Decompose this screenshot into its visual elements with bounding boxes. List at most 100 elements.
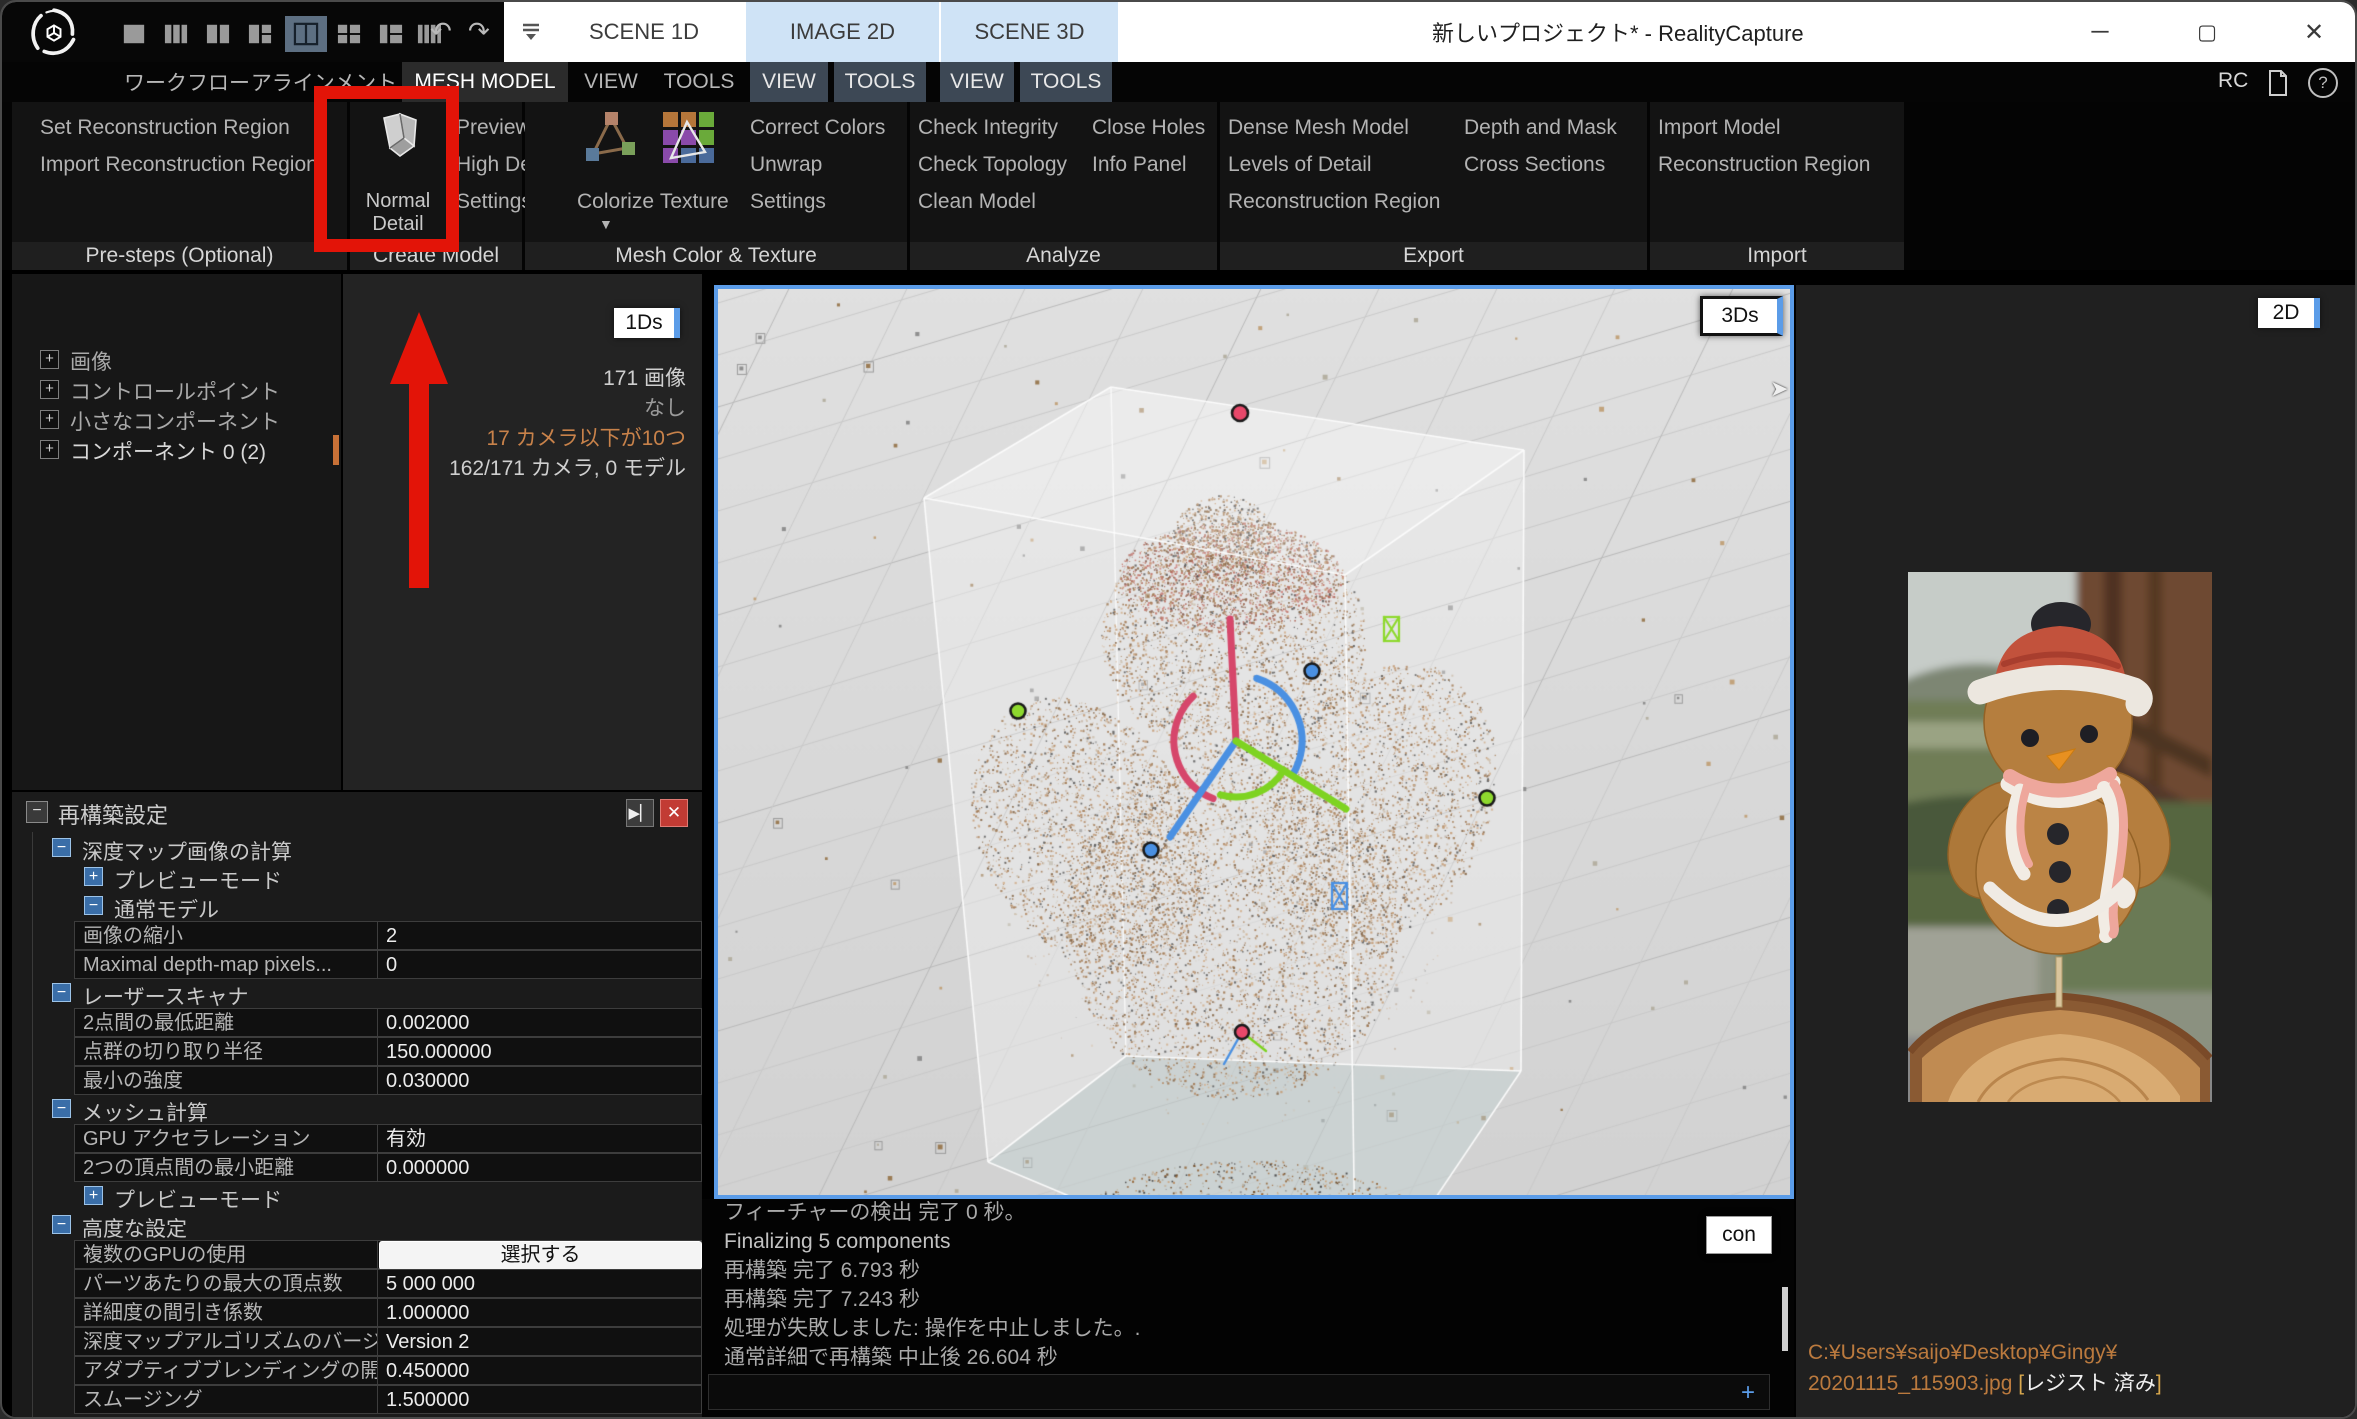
minimize-button[interactable]: ─ (2065, 2, 2135, 62)
check-topology-button[interactable]: Check Topology (918, 149, 1067, 181)
settings-value[interactable]: 0.030000 (377, 1066, 702, 1095)
clean-model-button[interactable]: Clean Model (918, 186, 1036, 218)
tree-item-components[interactable]: + コンポーネント 0 (2) (12, 434, 341, 464)
close-holes-button[interactable]: Close Holes (1092, 112, 1205, 144)
tree-item-control-points[interactable]: + コントロールポイント (12, 374, 341, 404)
layout-single-icon[interactable] (120, 22, 148, 46)
console-input[interactable]: + (708, 1374, 1770, 1410)
layout-grid4-icon[interactable] (335, 22, 363, 46)
settings-property-row[interactable]: 2つの頂点間の最小距離 0.000000 (12, 1153, 702, 1182)
colorize-dropdown-icon[interactable]: ▼ (599, 216, 613, 232)
collapse-icon[interactable]: − (52, 983, 71, 1002)
tab-scene-3d[interactable]: SCENE 3D (939, 2, 1118, 62)
layout-split-active-icon[interactable] (292, 22, 320, 46)
settings-value[interactable]: Version 2 (377, 1327, 702, 1356)
export-reconstruction-region-button[interactable]: Reconstruction Region (1228, 186, 1440, 218)
settings-property-row[interactable]: 点群の切り取り半径 150.000000 (12, 1037, 702, 1066)
ribbon-tab-view-2[interactable]: VIEW (750, 62, 828, 102)
undo-icon[interactable]: ↶ (430, 16, 452, 47)
tree-item-images[interactable]: + 画像 (12, 344, 341, 374)
import-model-button[interactable]: Import Model (1658, 112, 1781, 144)
tab-image-2d[interactable]: IMAGE 2D (744, 2, 939, 62)
ribbon-tab-workflow[interactable]: ワークフロー (122, 62, 252, 102)
collapse-icon[interactable]: + (84, 867, 103, 886)
texture-icon[interactable] (657, 108, 721, 168)
tab-scene-1d[interactable]: SCENE 1D (504, 2, 744, 62)
settings-section[interactable]: + プレビューモード (12, 863, 702, 893)
settings-property-row[interactable]: アダプティブブレンディングの開始 0.450000 (12, 1356, 702, 1385)
set-reconstruction-region-button[interactable]: Set Reconstruction Region (40, 112, 290, 144)
collapse-icon[interactable]: − (84, 896, 103, 915)
collapse-panel-icon[interactable]: − (26, 801, 48, 823)
dense-mesh-model-button[interactable]: Dense Mesh Model (1228, 112, 1409, 144)
depth-and-mask-button[interactable]: Depth and Mask (1464, 112, 1617, 144)
settings-section[interactable]: − レーザースキャナ (12, 979, 702, 1009)
settings-property-row[interactable]: 画像の縮小 2 (12, 921, 702, 950)
layout-col-rows-icon[interactable] (246, 22, 274, 46)
settings-property-row[interactable]: スムージング 1.500000 (12, 1385, 702, 1414)
colorize-icon[interactable] (577, 108, 641, 168)
ribbon-tab-tools-3[interactable]: TOOLS (1020, 62, 1112, 102)
import-reconstruction-region-button[interactable]: Import Reconstruction Region (40, 149, 318, 181)
settings-section[interactable]: − 高度な設定 (12, 1211, 702, 1241)
correct-colors-button[interactable]: Correct Colors (750, 112, 885, 144)
ribbon-tab-tools-2[interactable]: TOOLS (834, 62, 926, 102)
levels-of-detail-button[interactable]: Levels of Detail (1228, 149, 1372, 181)
layout-2col-icon[interactable] (204, 22, 232, 46)
colorize-texture-buttons[interactable]: Colorize Texture (577, 186, 729, 218)
rc-console-button[interactable]: RC (2218, 69, 2248, 93)
settings-value[interactable]: 2 (377, 921, 702, 950)
tree-item-small-components[interactable]: + 小さなコンポーネント (12, 404, 341, 434)
ribbon-tab-tools-1[interactable]: TOOLS (654, 62, 744, 102)
settings-section[interactable]: −フォトグラメトリ (12, 1414, 702, 1417)
collapse-icon[interactable]: − (52, 1215, 71, 1234)
settings-property-row[interactable]: パーツあたりの最大の頂点数 5 000 000 (12, 1269, 702, 1298)
settings-section[interactable]: − メッシュ計算 (12, 1095, 702, 1125)
settings-value[interactable]: 1.000000 (377, 1298, 702, 1327)
expand-icon[interactable]: + (40, 440, 59, 459)
import-reconstruction-region-button2[interactable]: Reconstruction Region (1658, 149, 1870, 181)
collapse-icon[interactable]: − (52, 838, 71, 857)
expand-icon[interactable]: + (40, 380, 59, 399)
view-menu-icon[interactable] (520, 22, 542, 42)
settings-value[interactable]: 有効 (377, 1124, 702, 1153)
check-integrity-button[interactable]: Check Integrity (918, 112, 1058, 144)
settings-property-row[interactable]: 詳細度の間引き係数 1.000000 (12, 1298, 702, 1327)
dock-panel-icon[interactable]: ▶▏ (626, 799, 654, 827)
texture-settings-button[interactable]: Settings (750, 186, 826, 218)
badge-2d[interactable]: 2D (2258, 298, 2320, 328)
settings-property-row[interactable]: GPU アクセラレーション 有効 (12, 1124, 702, 1153)
badge-3ds[interactable]: 3Ds (1700, 296, 1783, 336)
settings-property-row[interactable]: 2点間の最低距離 0.002000 (12, 1008, 702, 1037)
settings-value[interactable]: 0.002000 (377, 1008, 702, 1037)
settings-value[interactable]: 1.500000 (377, 1385, 702, 1414)
settings-section[interactable]: − 深度マップ画像の計算 (12, 834, 702, 864)
close-panel-icon[interactable]: ✕ (660, 799, 688, 827)
collapse-icon[interactable]: + (84, 1186, 103, 1205)
settings-property-row[interactable]: 複数のGPUの使用 選択する (12, 1240, 702, 1270)
settings-section[interactable]: + プレビューモード (12, 1182, 702, 1212)
ribbon-tab-view-3[interactable]: VIEW (940, 62, 1014, 102)
document-icon[interactable] (2268, 70, 2288, 96)
settings-property-row[interactable]: Maximal depth-map pixels... 0 (12, 950, 702, 979)
realitycapture-logo-icon[interactable] (28, 7, 80, 59)
expand-icon[interactable]: + (40, 410, 59, 429)
layout-3col-icon[interactable] (162, 22, 190, 46)
maximize-button[interactable]: ▢ (2172, 2, 2242, 62)
info-panel-button[interactable]: Info Panel (1092, 149, 1187, 181)
select-gpu-button[interactable]: 選択する (379, 1241, 702, 1270)
settings-value[interactable]: 150.000000 (377, 1037, 702, 1066)
console-panel[interactable]: フィーチャーの検出 完了 0 秒。 Finalizing 5 component… (702, 1199, 1794, 1417)
layout-left-rows-icon[interactable] (377, 22, 405, 46)
redo-icon[interactable]: ↷ (468, 16, 490, 47)
viewport-3d[interactable] (714, 285, 1794, 1199)
unwrap-button[interactable]: Unwrap (750, 149, 822, 181)
settings-value[interactable]: 0 (377, 950, 702, 979)
settings-section[interactable]: − 通常モデル (12, 892, 702, 922)
close-button[interactable]: ✕ (2279, 2, 2349, 62)
console-scrollbar[interactable] (1782, 1287, 1788, 1351)
expand-icon[interactable]: + (40, 350, 59, 369)
help-icon[interactable]: ? (2308, 68, 2338, 98)
console-add-icon[interactable]: + (1741, 1379, 1755, 1407)
cross-sections-button[interactable]: Cross Sections (1464, 149, 1605, 181)
